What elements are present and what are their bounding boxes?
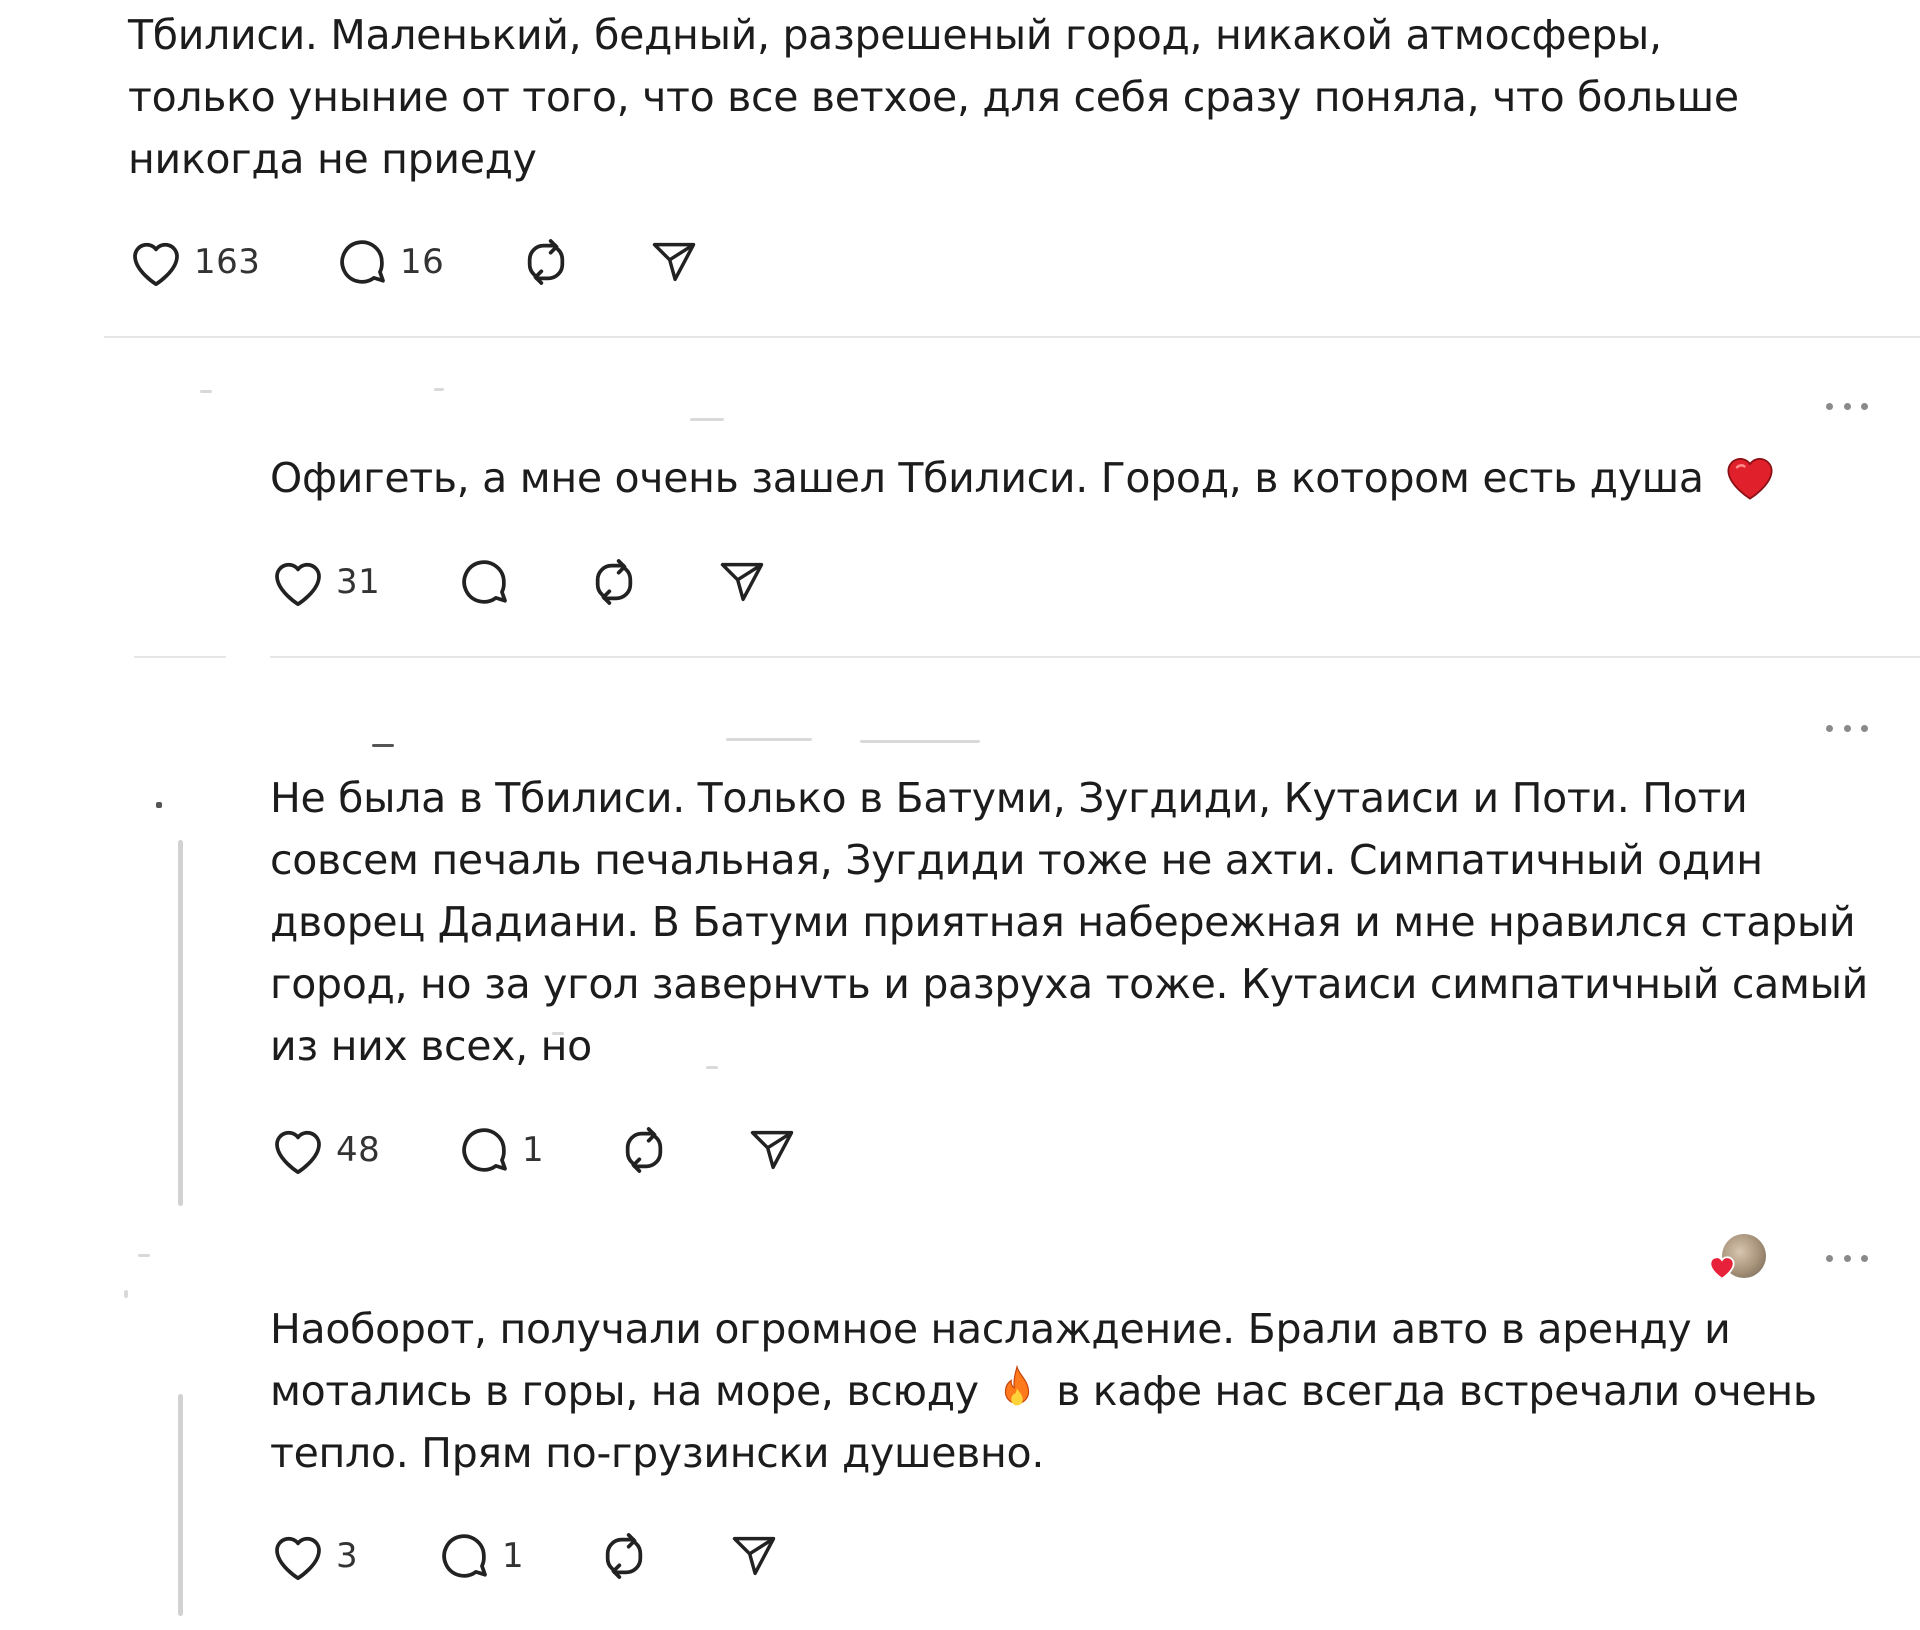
comment-icon — [340, 240, 385, 284]
repost-icon — [625, 1127, 663, 1173]
heart-icon — [133, 242, 179, 287]
author-placeholder — [372, 744, 394, 747]
like-button[interactable]: 48 — [270, 1120, 380, 1180]
author-placeholder — [860, 740, 980, 743]
author-placeholder — [138, 1254, 150, 1257]
reply-count: 1 — [522, 1130, 545, 1170]
more-options-button[interactable] — [1826, 400, 1868, 412]
send-icon — [732, 1536, 776, 1576]
like-count: 48 — [336, 1130, 381, 1170]
like-count: 163 — [194, 242, 261, 282]
like-button[interactable]: 3 — [270, 1526, 358, 1586]
avatar-placeholder — [124, 1290, 128, 1298]
reply-count: 1 — [502, 1536, 525, 1576]
comment-icon — [462, 1128, 507, 1172]
author-placeholder — [434, 388, 444, 391]
post-text: Не была в Тбилиси. Только в Батуми, Зугд… — [270, 774, 1868, 1070]
post-actions: 163 16 — [128, 232, 728, 292]
thread-line — [178, 840, 183, 1206]
fire-emoji — [1005, 1365, 1030, 1406]
like-button[interactable]: 163 — [128, 232, 260, 292]
repost-button[interactable] — [616, 1120, 672, 1180]
like-button[interactable]: 31 — [270, 552, 380, 612]
post-text: Офигеть, а мне очень зашел Тбилиси. Горо… — [270, 447, 1830, 509]
repost-icon — [605, 1533, 643, 1579]
reply-button[interactable]: 1 — [436, 1526, 524, 1586]
repost-button[interactable] — [518, 232, 574, 292]
repost-button[interactable] — [586, 552, 642, 612]
author-placeholder — [690, 418, 724, 421]
post-divider — [134, 656, 226, 658]
post-actions: 3 1 — [270, 1526, 870, 1586]
post-text-content: Офигеть, а мне очень зашел Тбилиси. Горо… — [270, 454, 1704, 502]
truncated-text-fade — [552, 1032, 564, 1035]
send-icon — [720, 562, 764, 602]
repost-button[interactable] — [596, 1526, 652, 1586]
author-placeholder — [200, 390, 212, 393]
heart-icon — [275, 1130, 321, 1175]
reply-count: 16 — [400, 242, 445, 282]
reply-button[interactable] — [456, 552, 512, 612]
red-heart-emoji — [1727, 458, 1773, 500]
heart-icon — [275, 562, 321, 607]
comment-icon — [442, 1534, 487, 1578]
more-options-button[interactable] — [1826, 1252, 1868, 1264]
like-count: 31 — [336, 562, 381, 602]
author-placeholder — [726, 738, 812, 741]
heart-icon — [275, 1536, 321, 1581]
thread-line — [178, 1394, 183, 1616]
send-icon — [652, 242, 696, 282]
send-icon — [750, 1130, 794, 1170]
reply-button[interactable]: 1 — [456, 1120, 544, 1180]
post-text: Тбилиси. Маленький, бедный, разрешеный г… — [128, 11, 1739, 183]
like-count: 3 — [336, 1536, 359, 1576]
post-actions: 48 1 — [270, 1120, 870, 1180]
post-divider — [104, 336, 1920, 338]
post-text: Наоборот, получали огромное наслаждение.… — [270, 1298, 1884, 1484]
truncated-text-fade — [706, 1066, 718, 1069]
comment-icon — [462, 560, 507, 604]
share-button[interactable] — [716, 552, 768, 612]
liked-by-heart-icon — [1709, 1256, 1735, 1280]
share-button[interactable] — [728, 1526, 780, 1586]
avatar-placeholder — [156, 802, 162, 808]
reply-button[interactable]: 16 — [334, 232, 444, 292]
repost-icon — [595, 559, 633, 605]
share-button[interactable] — [648, 232, 700, 292]
post-divider — [270, 656, 1920, 658]
repost-icon — [527, 239, 565, 285]
post-actions: 31 — [270, 552, 870, 612]
share-button[interactable] — [746, 1120, 798, 1180]
more-options-button[interactable] — [1826, 722, 1868, 734]
